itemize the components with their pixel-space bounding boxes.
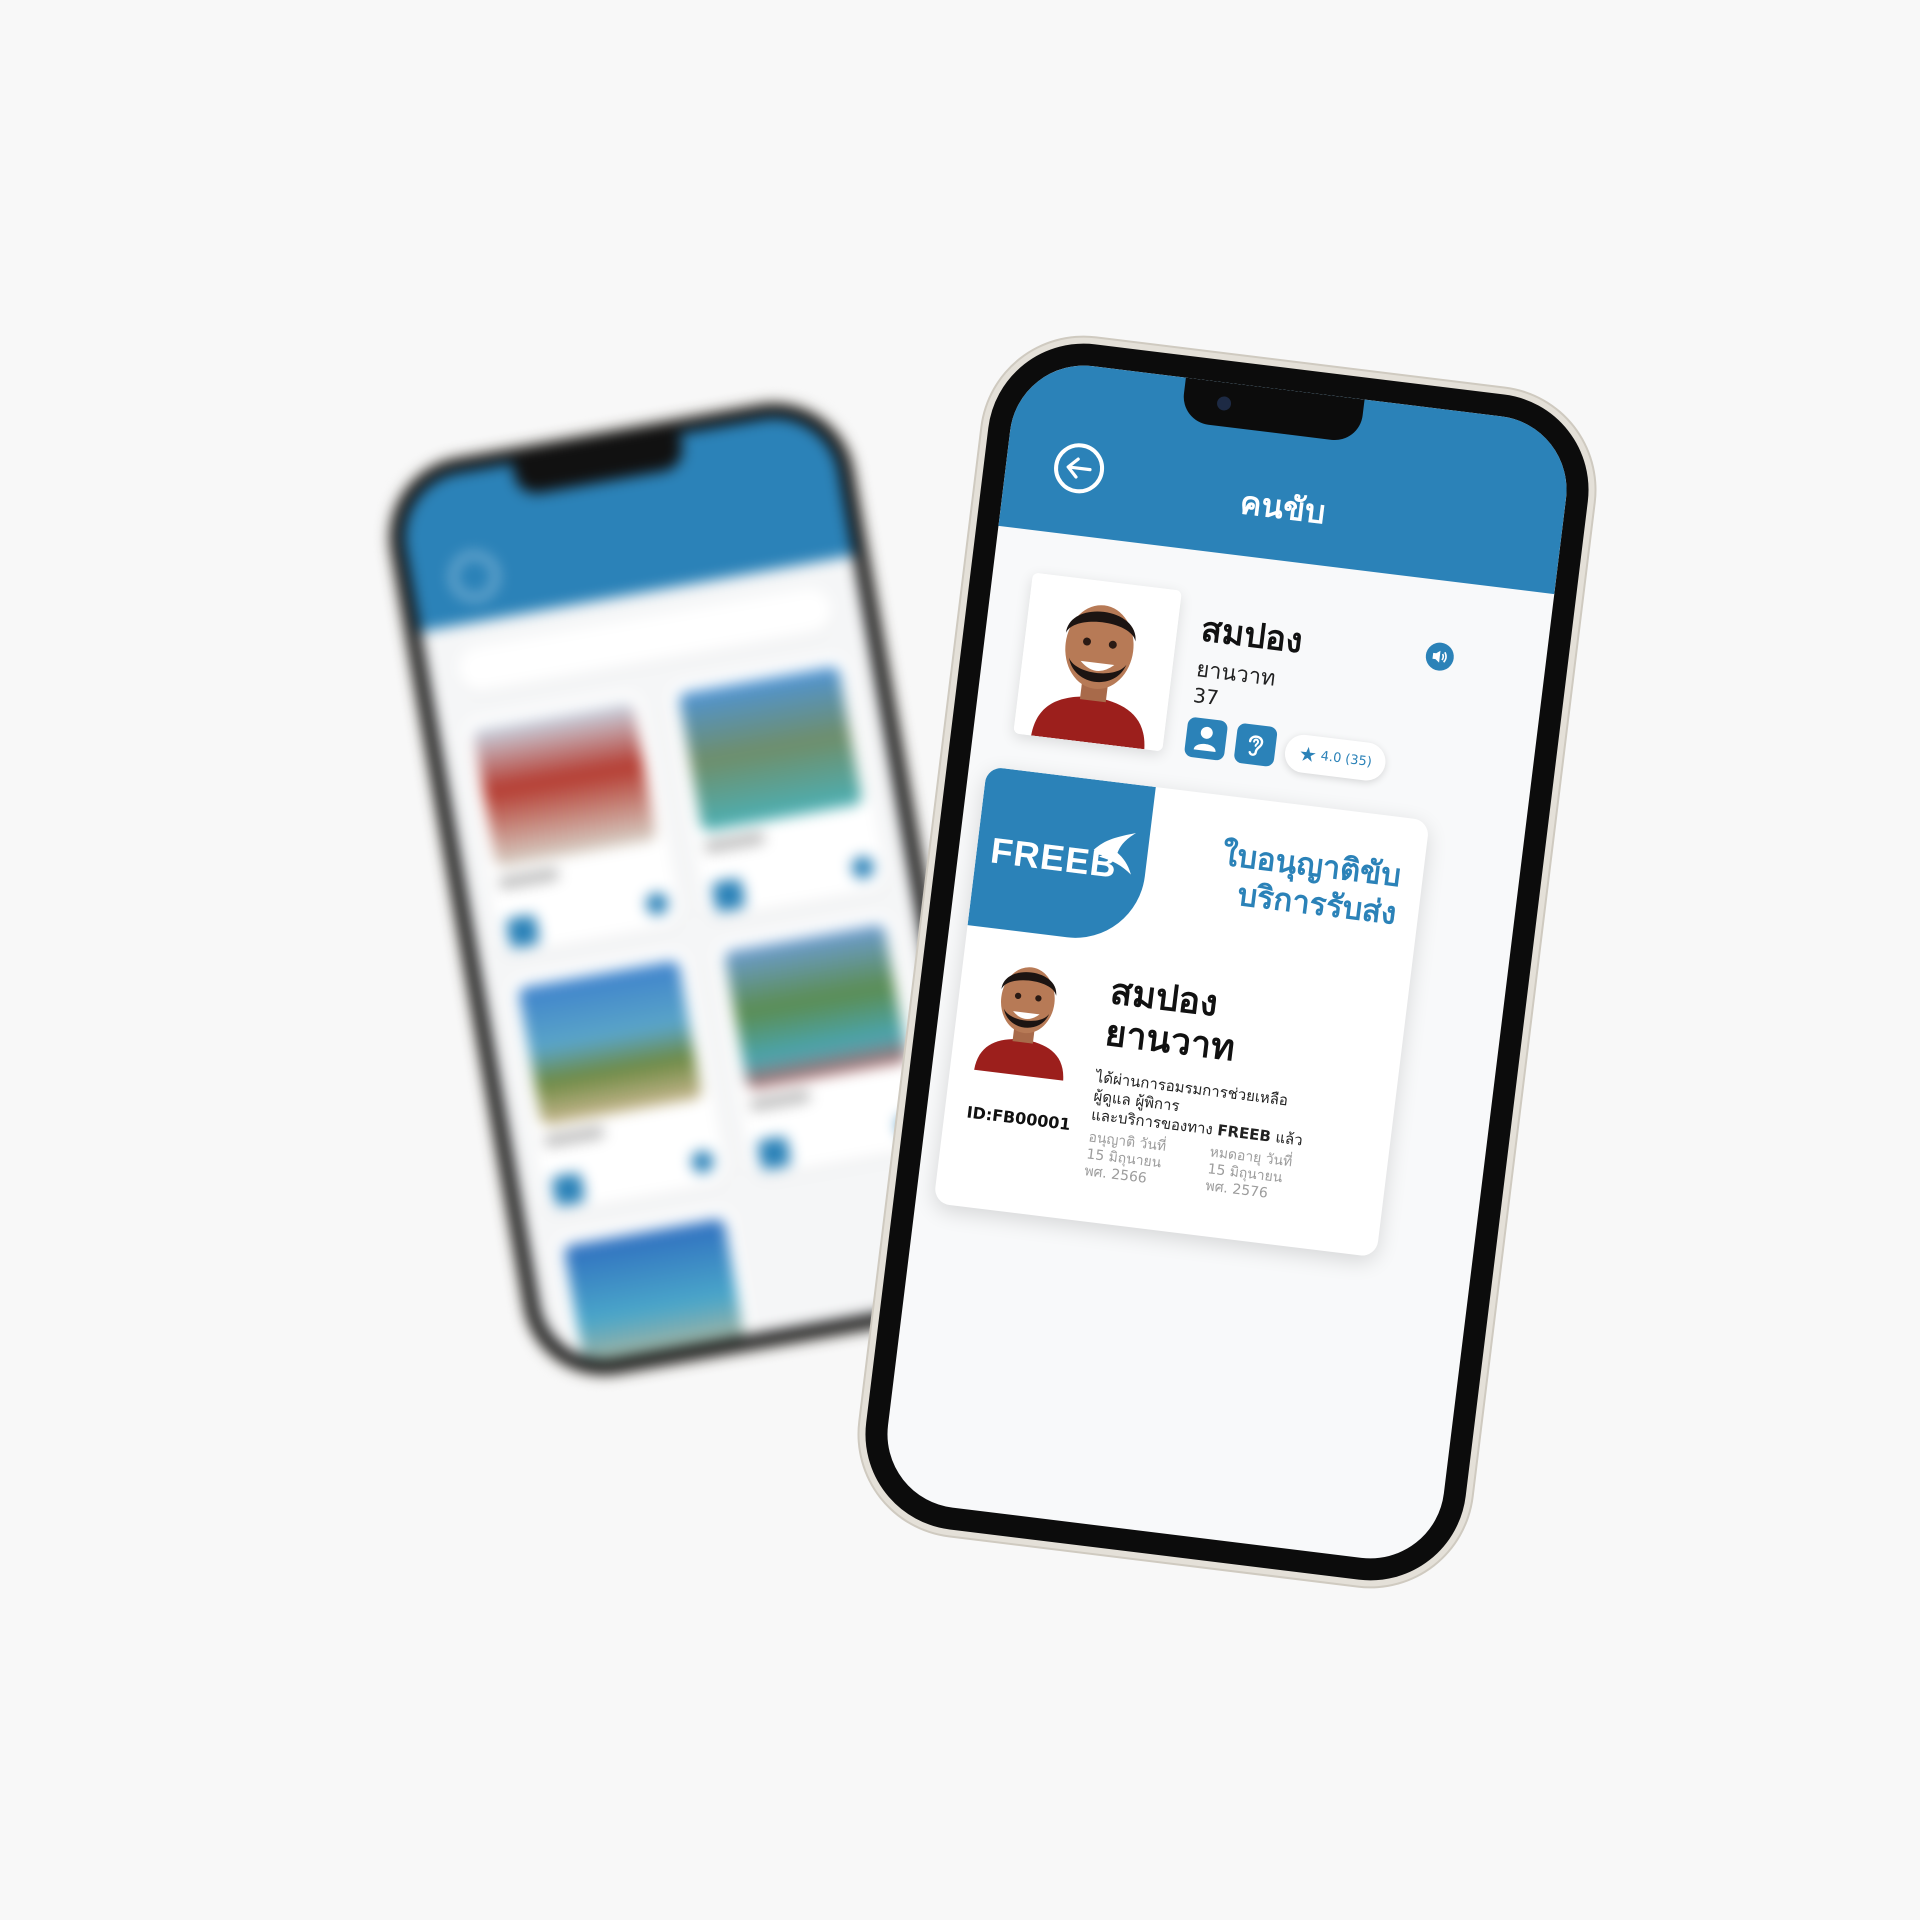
rating-count: (35): [1344, 751, 1373, 770]
license-photo: [960, 938, 1093, 1085]
background-card-caption: [749, 1089, 811, 1112]
background-back-icon: [447, 549, 502, 604]
license-card: FREEB ใบอนุญาติขับ บริการรับส่ง สมปอง ยา…: [933, 766, 1430, 1258]
background-card-caption: [543, 1125, 605, 1148]
issued-date-block: อนุญาติ วันที่ 15 มิถุนายน พศ. 2566: [1083, 1129, 1166, 1189]
background-card-button: [711, 877, 747, 913]
license-title: ใบอนุญาติขับ บริการรับส่ง: [1165, 830, 1403, 933]
camera-icon: [1216, 395, 1232, 412]
ear-icon: [1242, 730, 1269, 761]
background-card-image: [472, 701, 657, 869]
background-card: [549, 1204, 776, 1387]
star-icon: ★: [1297, 741, 1319, 768]
background-card: [458, 688, 685, 957]
background-card-dot: [850, 854, 876, 881]
background-card-image: [723, 923, 909, 1090]
rating-badge[interactable]: ★ 4.0 (35): [1282, 732, 1388, 783]
ear-badge[interactable]: [1233, 722, 1278, 768]
bird-icon: [1087, 824, 1139, 879]
background-card-dot: [689, 1149, 716, 1175]
background-notch: [512, 433, 686, 497]
background-card-button: [550, 1172, 586, 1207]
background-card-button: [756, 1135, 792, 1171]
expiry-date-block: หมดอายุ วันที่ 15 มิถุนายน พศ. 2576: [1204, 1144, 1294, 1205]
background-card-caption: [704, 831, 766, 854]
driver-photo: [1013, 572, 1182, 752]
background-card: [503, 946, 730, 1215]
person-badge[interactable]: [1183, 716, 1229, 762]
background-card-caption: [498, 867, 560, 890]
rating-value: 4.0: [1319, 748, 1343, 766]
license-desc-end: แล้ว: [1269, 1127, 1304, 1150]
phone-screen: คนขับ สมปอง ยานวาท 37 ★ 4.0 (35) FREEB ใ…: [854, 332, 1600, 1592]
background-card: [664, 651, 890, 921]
speaker-icon: [1430, 648, 1450, 666]
background-card-image: [517, 959, 703, 1127]
freeb-logo: FREEB: [967, 766, 1156, 946]
driver-age: 37: [1191, 682, 1221, 710]
background-card-image: [677, 665, 863, 832]
background-card-button: [505, 914, 541, 949]
background-card-dot: [644, 891, 670, 917]
license-id: ID:FB00001: [965, 1102, 1072, 1135]
page-title: คนขับ: [1238, 483, 1328, 532]
background-card-image: [563, 1217, 748, 1385]
person-icon: [1193, 724, 1220, 753]
speaker-button[interactable]: [1424, 641, 1456, 673]
license-holder-name: สมปอง ยานวาท: [1103, 971, 1242, 1070]
